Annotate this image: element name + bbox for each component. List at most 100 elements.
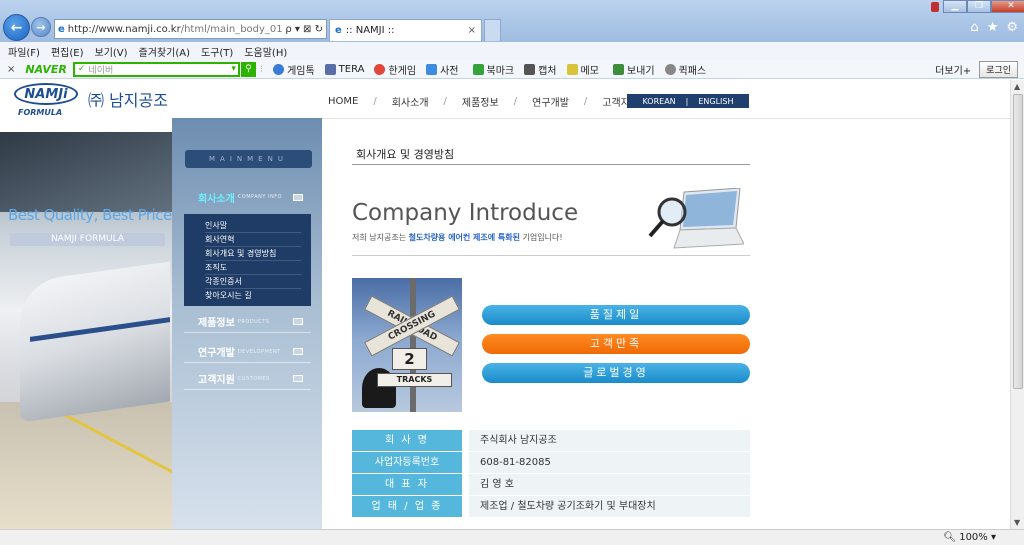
hero-train-image: Best Quality, Best Price NAMJI FORMULA bbox=[0, 132, 172, 529]
value-quality-button[interactable]: 품질제일 bbox=[482, 305, 750, 325]
table-row: 업 태 / 업 종 제조업 / 철도차량 공기조화기 및 부대장치 bbox=[352, 496, 750, 517]
lang-korean[interactable]: KOREAN bbox=[642, 97, 675, 106]
more-button[interactable]: 더보기+ bbox=[935, 62, 971, 77]
menu-bar: 파일(F) 편집(E) 보기(V) 즐겨찾기(A) 도구(T) 도움말(H) bbox=[0, 42, 1024, 60]
info-key: 대 표 자 bbox=[352, 474, 462, 495]
lang-separator: | bbox=[685, 96, 689, 106]
nav-products[interactable]: 제품정보 bbox=[462, 94, 499, 109]
toolbar-item-quickpass[interactable]: 퀵패스 bbox=[664, 62, 706, 77]
namji-logo[interactable]: NAMJi bbox=[14, 83, 78, 105]
side-cat-products[interactable]: 제품정보 PRODUCTS bbox=[184, 311, 311, 333]
hero-subtitle: NAMJI FORMULA bbox=[10, 233, 165, 246]
tab-ie-icon: e bbox=[335, 25, 342, 36]
maximize-icon[interactable]: ❐ bbox=[967, 0, 991, 13]
nav-home[interactable]: HOME bbox=[328, 96, 358, 107]
address-url[interactable]: http://www.namji.co.kr/html/main_body_01… bbox=[68, 24, 283, 35]
mainmenu-header: MAINMENU bbox=[185, 150, 312, 168]
menu-tools[interactable]: 도구(T) bbox=[201, 44, 233, 59]
tab-close-icon[interactable]: × bbox=[468, 25, 476, 36]
toolbar-item-send[interactable]: 보내기 bbox=[612, 62, 655, 77]
window-controls: ▁ ❐ ✕ bbox=[943, 0, 1024, 13]
hero-title: Best Quality, Best Price bbox=[8, 206, 172, 224]
info-value: 608-81-82085 bbox=[469, 452, 750, 473]
toolbar-label: 한게임 bbox=[388, 65, 417, 77]
forward-button[interactable]: → bbox=[31, 17, 51, 37]
send-icon bbox=[612, 63, 624, 75]
naver-search-input[interactable]: ✓ 네이버 ▾ bbox=[72, 61, 240, 77]
dictionary-icon bbox=[426, 63, 438, 75]
side-cat-company[interactable]: 회사소개 COMPANY INFO bbox=[184, 186, 311, 208]
tera-icon bbox=[324, 63, 336, 75]
back-button[interactable]: ← bbox=[3, 14, 30, 41]
value-global-button[interactable]: 글로벌경영 bbox=[482, 363, 750, 383]
scroll-thumb[interactable] bbox=[1013, 94, 1023, 389]
company-submenu: 인사말 회사연혁 회사개요 및 경영방침 조직도 각종인증서 찾아오시는 길 bbox=[184, 214, 311, 306]
submenu-greeting[interactable]: 인사말 bbox=[205, 219, 301, 233]
ie-page-icon: e bbox=[58, 23, 65, 35]
toolbar-item-memo[interactable]: 메모 bbox=[566, 62, 599, 77]
submenu-organization[interactable]: 조직도 bbox=[205, 261, 301, 275]
close-window-icon[interactable]: ✕ bbox=[991, 0, 1024, 13]
expand-icon[interactable] bbox=[293, 375, 303, 382]
zoom-control[interactable]: 🔍︎ 100% ▾ bbox=[943, 532, 996, 543]
login-button[interactable]: 로그인 bbox=[979, 61, 1018, 78]
dropdown-arrow-icon[interactable]: ▾ bbox=[231, 64, 236, 74]
browser-tab-active[interactable]: e :: NAMJI :: × bbox=[329, 19, 482, 41]
toolbar-item-hangame[interactable]: 한게임 bbox=[374, 62, 416, 77]
scroll-up-icon[interactable]: ▲ bbox=[1014, 82, 1020, 91]
favorites-star-icon[interactable]: ★ bbox=[987, 20, 999, 35]
menu-edit[interactable]: 편집(E) bbox=[51, 44, 84, 59]
browser-titlebar: ← → e http://www.namji.co.kr/html/main_b… bbox=[0, 0, 1024, 42]
menu-favorites[interactable]: 즐겨찾기(A) bbox=[139, 44, 190, 59]
hangame-icon bbox=[374, 63, 386, 75]
menu-help[interactable]: 도움말(H) bbox=[244, 44, 287, 59]
submenu-certificates[interactable]: 각종인증서 bbox=[205, 275, 301, 289]
info-key: 업 태 / 업 종 bbox=[352, 496, 462, 517]
home-icon[interactable]: ⌂ bbox=[970, 20, 978, 35]
settings-gear-icon[interactable]: ⚙ bbox=[1006, 20, 1018, 35]
intro-highlight: 철도차량용 에어컨 제조에 특화된 bbox=[408, 233, 521, 242]
site-header: NAMJi FORMULA ㈜ 남지공조 HOME / 회사소개 / 제품정보 / 연… bbox=[0, 80, 1010, 118]
toolbar-close-icon[interactable]: × bbox=[7, 64, 15, 75]
nav-company[interactable]: 회사소개 bbox=[392, 94, 429, 109]
table-row: 회 사 명 주식회사 남지공조 bbox=[352, 430, 750, 451]
menu-file[interactable]: 파일(F) bbox=[8, 44, 40, 59]
expand-icon[interactable] bbox=[293, 193, 303, 201]
toolbar-label: 메모 bbox=[580, 65, 599, 77]
company-name-logo[interactable]: ㈜ 남지공조 bbox=[88, 87, 168, 111]
status-bar: 🔍︎ 100% ▾ bbox=[0, 529, 1024, 545]
minimize-icon[interactable]: ▁ bbox=[943, 0, 967, 13]
toolbar-item-capture[interactable]: 캡처 bbox=[524, 62, 557, 77]
expand-icon[interactable] bbox=[293, 348, 303, 355]
toolbar-item-tera[interactable]: TERA bbox=[324, 63, 364, 75]
nav-separator: / bbox=[513, 96, 518, 107]
language-switch: KOREAN | ENGLISH bbox=[627, 94, 749, 108]
address-bar[interactable]: e http://www.namji.co.kr/html/main_body_… bbox=[54, 19, 327, 39]
railroad-crossing-image: RAIL ROAD CROSSING 2 TRACKS bbox=[352, 278, 462, 412]
value-customer-button[interactable]: 고객만족 bbox=[482, 334, 750, 354]
toolbar-item-gametalk[interactable]: 게임톡 bbox=[273, 62, 315, 77]
new-tab-button[interactable] bbox=[484, 19, 501, 41]
menu-view[interactable]: 보기(V) bbox=[95, 44, 128, 59]
side-cat-support[interactable]: 고객지원 CUSTOMER bbox=[184, 368, 311, 390]
submenu-directions[interactable]: 찾아오시는 길 bbox=[205, 289, 301, 303]
lang-english[interactable]: ENGLISH bbox=[698, 97, 733, 106]
naver-search-button[interactable]: ⚲ bbox=[240, 61, 256, 77]
station-roof bbox=[0, 132, 172, 212]
capture-icon bbox=[524, 63, 536, 75]
submenu-history[interactable]: 회사연혁 bbox=[205, 233, 301, 247]
toolbar-item-bookmark[interactable]: 북마크 bbox=[472, 62, 514, 77]
toolbar-label: 캡처 bbox=[538, 65, 557, 77]
naver-logo[interactable]: NAVER bbox=[25, 63, 66, 76]
scroll-down-icon[interactable]: ▼ bbox=[1014, 518, 1020, 527]
url-path: /html/main_body_01_03.ht bbox=[180, 23, 283, 35]
toolbar-item-dictionary[interactable]: 사전 bbox=[426, 62, 459, 77]
vertical-scrollbar[interactable]: ▲ ▼ bbox=[1010, 80, 1024, 529]
nav-research[interactable]: 연구개발 bbox=[532, 94, 569, 109]
quickpass-icon bbox=[664, 63, 676, 75]
submenu-overview[interactable]: 회사개요 및 경영방침 bbox=[205, 247, 301, 261]
side-cat-research[interactable]: 연구개발 DEVELOPMENT bbox=[184, 341, 311, 363]
expand-icon[interactable] bbox=[293, 318, 303, 325]
logo-subtitle: FORMULA bbox=[18, 108, 63, 117]
address-controls[interactable]: ρ ▾ ⊠ ↻ bbox=[285, 24, 323, 35]
